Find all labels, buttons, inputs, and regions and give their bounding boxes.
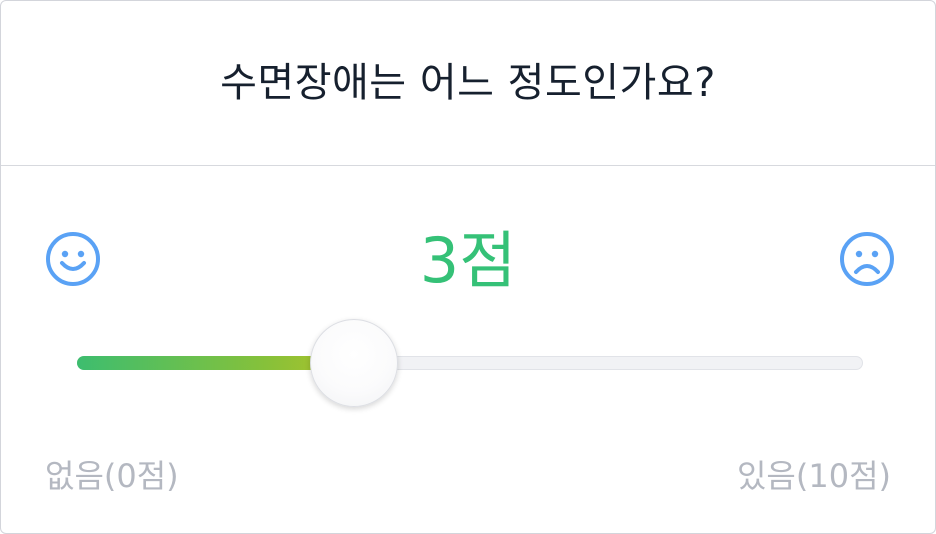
min-label: 없음(0점) xyxy=(45,457,179,495)
max-label: 있음(10점) xyxy=(736,457,891,495)
score-display: 3점 xyxy=(419,224,517,297)
question-header: 수면장애는 어느 정도인가요? xyxy=(1,1,935,166)
survey-card: 수면장애는 어느 정도인가요? 3점 없음(0점) 있음(10점) xyxy=(0,0,936,534)
sad-face-icon xyxy=(840,232,894,286)
question-title: 수면장애는 어느 정도인가요? xyxy=(220,60,716,106)
slider-fill xyxy=(77,356,346,370)
slider-thumb[interactable] xyxy=(310,319,398,407)
